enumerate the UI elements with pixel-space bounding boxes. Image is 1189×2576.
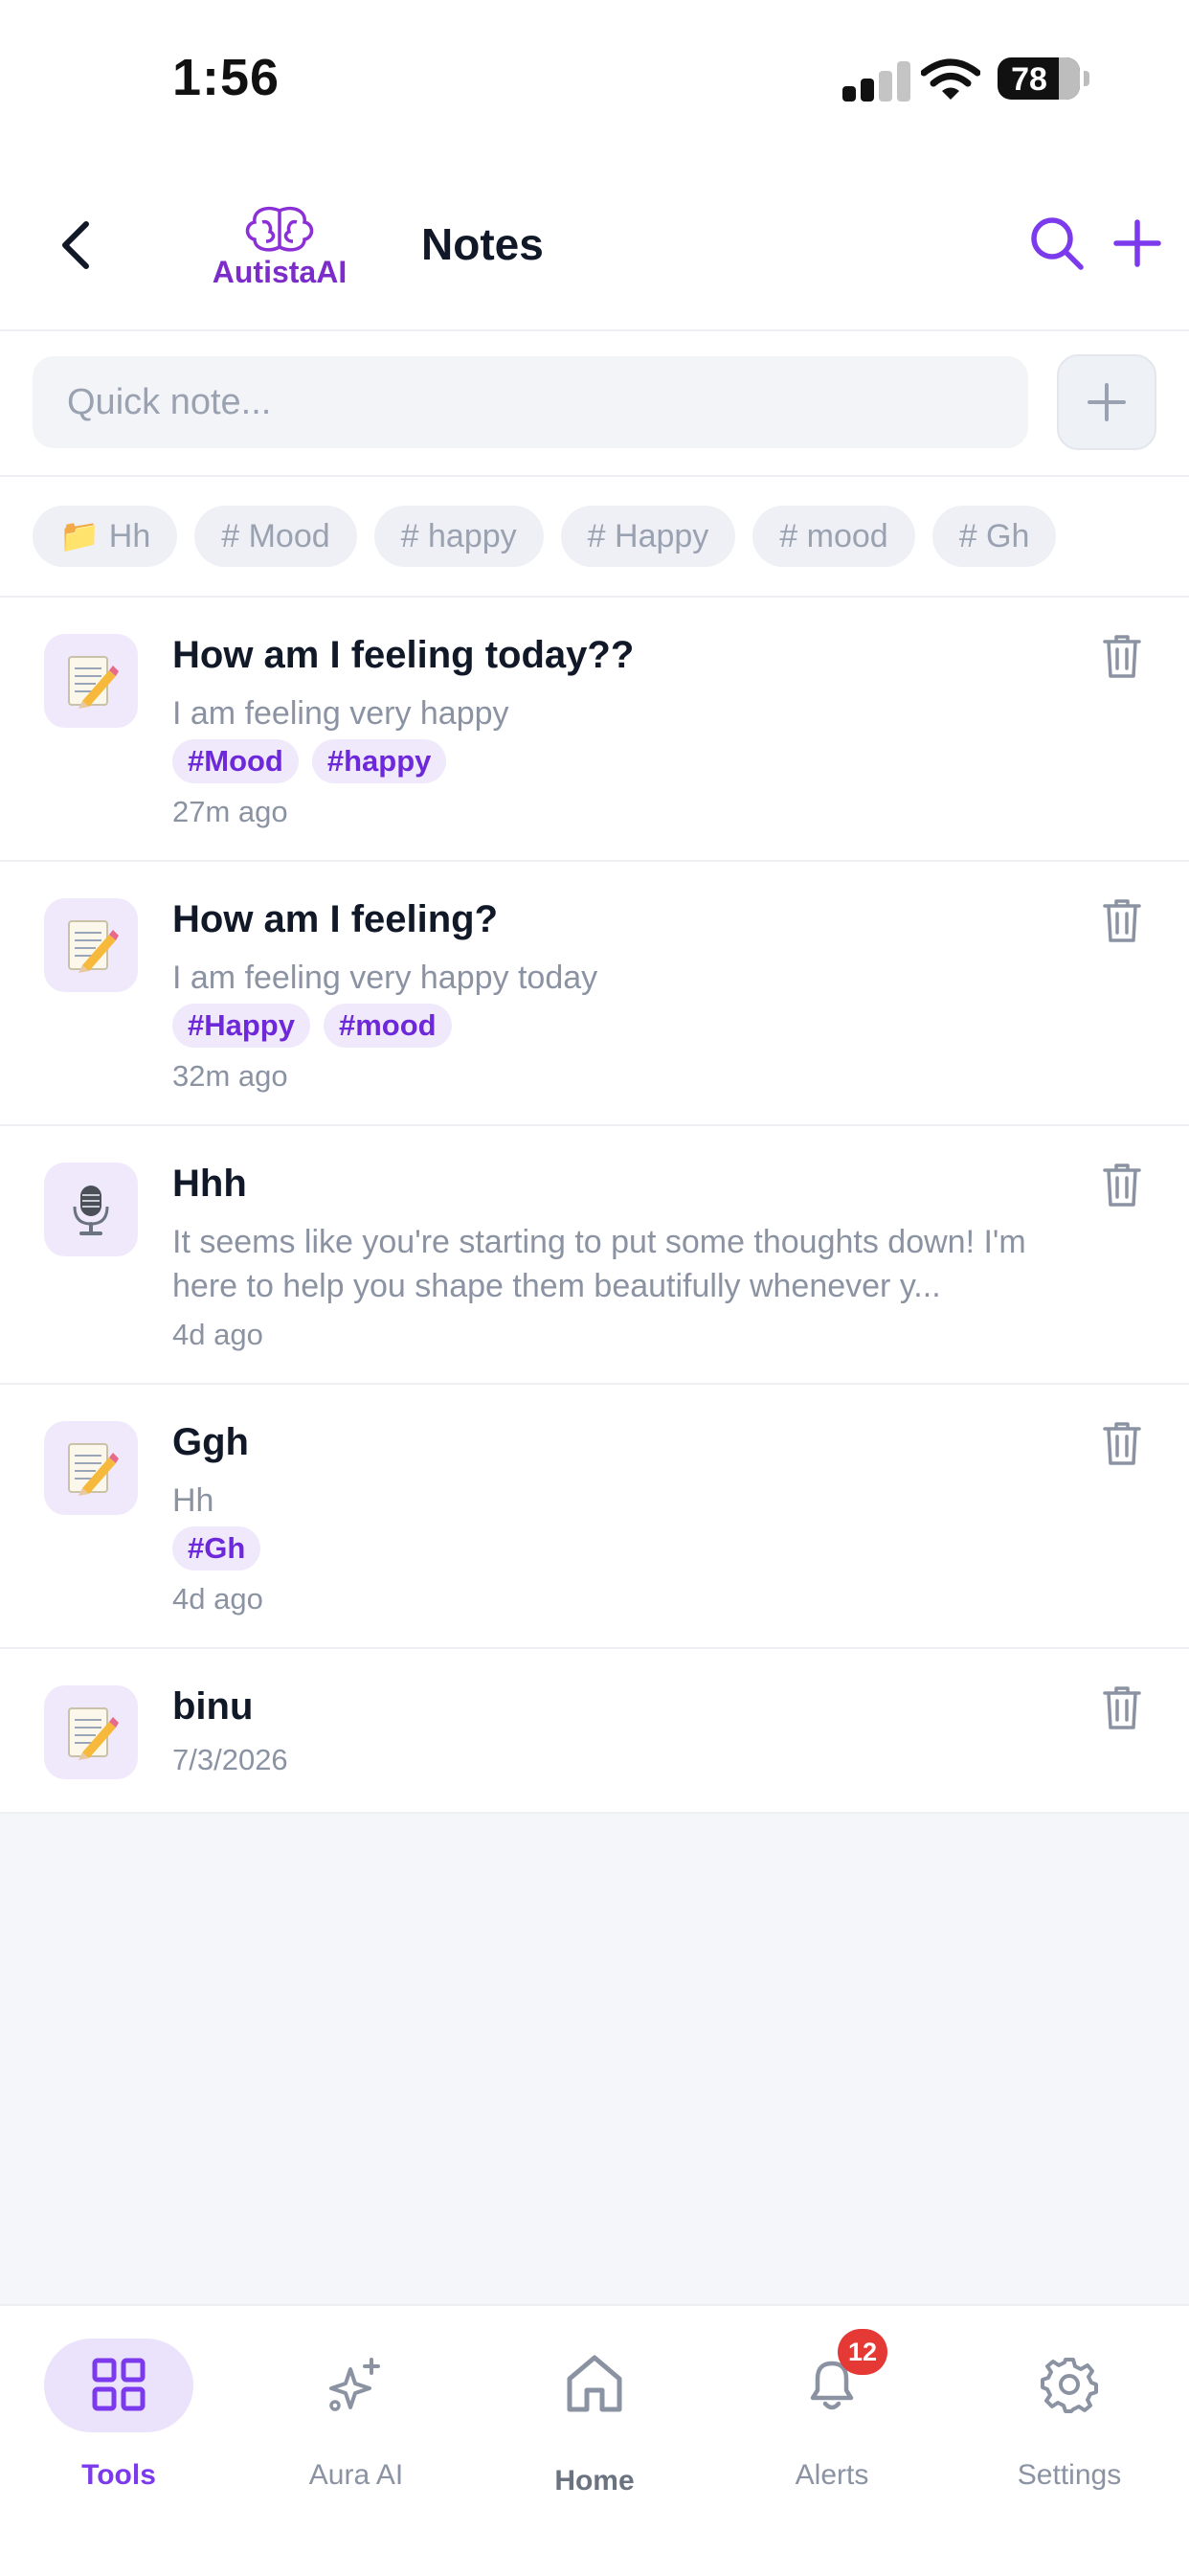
note-timestamp: 4d ago — [172, 1318, 263, 1351]
trash-icon[interactable] — [1101, 1161, 1143, 1209]
note-item[interactable]: Hhh It seems like you're starting to put… — [0, 1126, 1189, 1385]
trash-icon[interactable] — [1101, 1683, 1143, 1731]
note-item[interactable]: How am I feeling? I am feeling very happ… — [0, 862, 1189, 1126]
wifi-icon — [921, 58, 980, 100]
note-title: Hhh — [172, 1163, 247, 1205]
note-preview: I am feeling very happy — [172, 695, 509, 732]
tag-filter-bar: 📁 Hh # Mood # happy # Happy # mood # Gh — [0, 477, 1189, 598]
quick-add-button[interactable] — [1057, 354, 1156, 450]
note-preview: I am feeling very happy today — [172, 960, 598, 996]
tab-settings[interactable]: Settings — [974, 2331, 1165, 2491]
note-tags: #Mood #happy — [172, 739, 447, 783]
cellular-signal-icon — [842, 61, 911, 102]
filter-chip-gh[interactable]: # Gh — [931, 506, 1057, 567]
filter-chip-mood-lower[interactable]: # mood — [752, 506, 915, 567]
note-title: binu — [172, 1685, 254, 1728]
memo-pencil-icon — [44, 1421, 138, 1515]
note-tags: #Happy #mood — [172, 1004, 452, 1048]
note-item[interactable]: Ggh Hh #Gh 4d ago — [0, 1385, 1189, 1649]
home-icon — [567, 2355, 622, 2412]
plus-icon[interactable] — [1110, 216, 1164, 270]
quick-note-bar — [0, 331, 1189, 477]
status-time: 1:56 — [172, 49, 280, 106]
filter-chip-mood[interactable]: # Mood — [194, 506, 357, 567]
note-tags: #Gh — [172, 1526, 261, 1570]
note-timestamp: 27m ago — [172, 795, 288, 828]
tab-label: Settings — [1017, 2459, 1122, 2491]
note-tag[interactable]: #happy — [311, 739, 447, 783]
tab-aura-ai[interactable]: Aura AI — [260, 2331, 452, 2491]
filter-chip-folder-hh[interactable]: 📁 Hh — [33, 506, 178, 567]
tab-label: Home — [554, 2465, 635, 2497]
note-title: Ggh — [172, 1421, 249, 1463]
tab-label: Aura AI — [308, 2459, 404, 2491]
microphone-icon — [44, 1163, 138, 1256]
alerts-badge: 12 — [838, 2329, 887, 2375]
note-title: How am I feeling? — [172, 898, 499, 940]
notes-list: How am I feeling today?? I am feeling ve… — [0, 598, 1189, 1814]
filter-chip-happy[interactable]: # happy — [373, 506, 544, 567]
trash-icon[interactable] — [1101, 632, 1143, 680]
note-tag[interactable]: #Mood — [172, 739, 299, 783]
memo-pencil-icon — [44, 898, 138, 992]
trash-icon[interactable] — [1101, 896, 1143, 944]
battery-tip — [1084, 71, 1089, 86]
battery-indicator: 78 — [998, 57, 1080, 100]
quick-note-input[interactable] — [33, 356, 1028, 448]
battery-level: 78 — [1011, 61, 1047, 98]
status-bar: 1:56 78 — [0, 0, 1189, 163]
note-item[interactable]: binu 7/3/2026 — [0, 1649, 1189, 1814]
note-timestamp: 7/3/2026 — [172, 1743, 288, 1776]
memo-pencil-icon — [44, 1685, 138, 1779]
note-preview: Hh — [172, 1482, 214, 1519]
tab-home[interactable]: Home — [499, 2331, 690, 2497]
note-preview: It seems like you're starting to put som… — [172, 1224, 1026, 1304]
note-title: How am I feeling today?? — [172, 634, 635, 676]
tab-tools[interactable]: Tools — [23, 2331, 214, 2491]
note-tag[interactable]: #Happy — [172, 1004, 310, 1048]
brain-icon — [245, 206, 314, 252]
chevron-left-icon[interactable] — [54, 218, 101, 272]
note-item[interactable]: How am I feeling today?? I am feeling ve… — [0, 598, 1189, 862]
note-timestamp: 32m ago — [172, 1059, 288, 1093]
tab-label: Tools — [81, 2459, 156, 2491]
trash-icon[interactable] — [1101, 1419, 1143, 1467]
memo-pencil-icon — [44, 634, 138, 728]
plus-icon — [1088, 383, 1126, 421]
note-tag[interactable]: #Gh — [172, 1526, 261, 1570]
search-icon[interactable] — [1028, 215, 1086, 272]
app-header: AutistaAI Notes — [0, 163, 1189, 331]
page-title: Notes — [421, 219, 544, 269]
note-timestamp: 4d ago — [172, 1582, 263, 1616]
note-tag[interactable]: #mood — [323, 1004, 452, 1048]
grid-icon — [92, 2358, 146, 2411]
bottom-tab-bar: Tools Aura AI Home 12 Alerts Settings — [0, 2304, 1189, 2576]
sparkles-icon — [329, 2358, 380, 2411]
logo-text: AutistaAI — [212, 255, 348, 289]
app-logo: AutistaAI — [203, 205, 356, 291]
filter-chip-happy-capital[interactable]: # Happy — [560, 506, 736, 567]
tab-label: Alerts — [795, 2459, 869, 2491]
gear-icon — [1041, 2358, 1098, 2413]
tab-alerts[interactable]: 12 Alerts — [736, 2329, 928, 2491]
